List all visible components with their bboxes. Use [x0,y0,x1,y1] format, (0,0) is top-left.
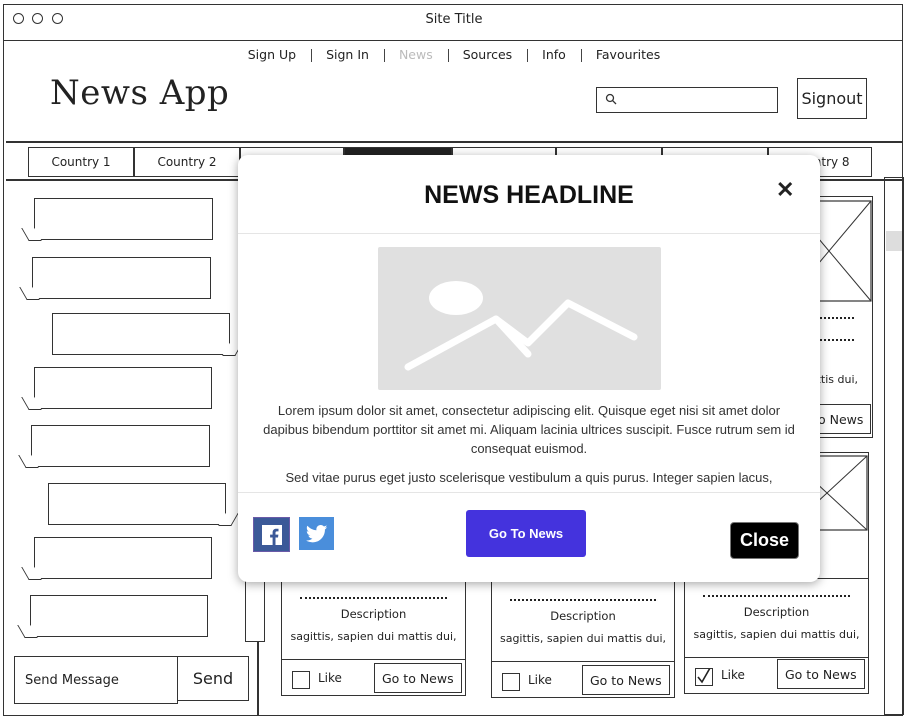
like-checkbox-checked[interactable] [695,667,713,686]
card-text: sagittis, sapien dui mattis dui, [499,632,667,645]
go-to-news-button[interactable]: Go to News [777,659,865,689]
card-description: Description [743,605,810,619]
facebook-share-button[interactable] [253,517,290,552]
card-text: sagittis, sapien dui mattis dui, [290,630,457,643]
chat-message-bubble [34,367,212,409]
nav-sources[interactable]: Sources [447,47,527,62]
page-scrollbar[interactable] [884,177,904,715]
news-card: Description sagittis, sapien dui mattis … [684,578,869,694]
go-to-news-modal-button[interactable]: Go To News [466,510,586,557]
search-icon [605,93,617,108]
like-label: Like [528,673,552,687]
go-to-news-button[interactable]: Go to News [582,665,670,695]
top-navigation: Sign Up Sign In News Sources Info Favour… [0,47,908,62]
modal-footer-divider [238,492,820,493]
card-footer: Like Go to News [492,661,674,698]
tab-country-2[interactable]: Country 2 [134,147,240,177]
nav-sign-up[interactable]: Sign Up [233,47,311,62]
card-description: Description [550,609,616,623]
nav-info[interactable]: Info [527,47,581,62]
modal-header-divider [238,233,820,234]
news-card: Description sagittis, sapien dui mattis … [281,578,466,696]
chat-scrollbar[interactable] [245,580,265,642]
news-card: Description sagittis, sapien dui mattis … [491,580,675,698]
like-checkbox[interactable] [502,673,520,691]
chat-message-bubble [30,595,208,637]
modal-title: NEWS HEADLINE [424,181,634,209]
modal-paragraph: Lorem ipsum dolor sit amet, consectetur … [263,403,795,456]
send-button[interactable]: Send [177,656,249,701]
card-title-scribble [510,593,656,601]
like-label: Like [721,668,745,682]
chat-message-bubble [52,313,230,355]
card-footer: Like Go to News [282,659,465,696]
site-title: Site Title [425,12,483,27]
go-to-news-button[interactable]: Go to News [374,663,462,693]
card-description: Description [340,607,407,621]
card-title-scribble [703,589,850,597]
card-text: sagittis, sapien dui mattis dui, [693,628,860,641]
checkmark-icon [697,667,711,684]
message-input[interactable]: Send Message [14,656,178,704]
modal-paragraph: Sed vitae purus eget justo scelerisque v… [285,470,773,485]
chat-message-bubble [34,537,212,579]
tab-country-1[interactable]: Country 1 [28,147,134,177]
twitter-share-button[interactable] [299,517,334,550]
facebook-icon [261,524,282,545]
signout-button[interactable]: Signout [797,78,867,119]
chat-message-bubble [32,257,211,299]
like-label: Like [318,671,342,685]
card-title-scribble [300,591,447,599]
header-divider [6,141,902,143]
image-placeholder-icon [378,247,661,390]
chat-message-bubble [34,198,213,240]
chat-message-bubble [48,483,226,525]
search-input[interactable] [596,87,778,113]
twitter-icon [305,524,327,542]
nav-news[interactable]: News [383,47,448,62]
card-footer: Like Go to News [685,657,868,694]
nav-sign-in[interactable]: Sign In [311,47,384,62]
close-icon[interactable]: ✕ [776,177,794,203]
app-title: News App [50,73,230,113]
nav-favourites[interactable]: Favourites [580,47,675,62]
close-button[interactable]: Close [730,522,799,559]
chat-message-bubble [31,425,210,467]
news-modal: NEWS HEADLINE ✕ Lorem ipsum dolor sit am… [238,155,820,582]
scrollbar-thumb[interactable] [886,231,902,251]
like-checkbox[interactable] [292,671,310,689]
